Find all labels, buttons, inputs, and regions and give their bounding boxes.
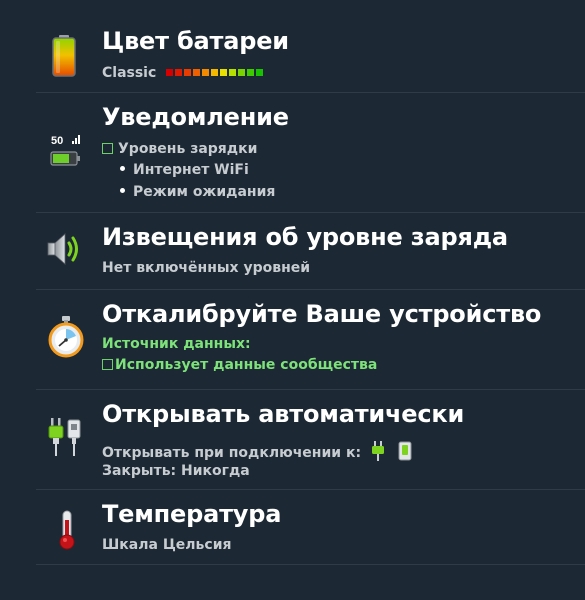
charge-level-option[interactable]: Уровень зарядки (102, 141, 257, 157)
setting-charge-alerts[interactable]: Извещения об уровне заряда Нет включённы… (36, 213, 585, 290)
color-swatch (256, 69, 264, 76)
color-swatch (247, 69, 255, 76)
color-swatch (229, 69, 237, 76)
battery-color-icon (50, 34, 90, 78)
community-data-option[interactable]: Использует данные сообщества (102, 357, 377, 373)
color-swatch (184, 69, 192, 76)
charge-level-label: Уровень зарядки (118, 141, 258, 157)
color-swatch (211, 69, 219, 76)
setting-title: Цвет батареи (102, 27, 289, 55)
bullet-text: Интернет WiFi (133, 162, 249, 178)
setting-title: Извещения об уровне заряда (102, 223, 508, 251)
setting-subtitle: Шкала Цельсия (102, 537, 232, 553)
bullet-icon (120, 166, 125, 171)
usb-plug-icon[interactable] (398, 441, 412, 461)
setting-battery-color[interactable]: Цвет батареи Classic (36, 20, 585, 93)
color-swatch (220, 69, 228, 76)
setting-calibrate[interactable]: Откалибруйте Ваше устройство Источник да… (36, 290, 585, 390)
settings-list: Цвет батареи Classic 50 Уведомление Уров… (0, 0, 585, 600)
list-item: Интернет WiFi (120, 162, 249, 178)
setting-temperature[interactable]: Температура Шкала Цельсия (36, 490, 585, 565)
ac-plug-icon[interactable] (371, 441, 385, 461)
battery-percent-label: 50 (51, 135, 63, 147)
charge-level-checkbox[interactable] (102, 143, 113, 154)
data-source-label: Источник данных: (102, 336, 251, 352)
speaker-icon (46, 229, 86, 273)
color-swatch (175, 69, 183, 76)
color-swatch (202, 69, 210, 76)
open-on-connect-row: Открывать при подключении к: (102, 441, 420, 465)
battery-style-label: Classic (102, 65, 157, 81)
bullet-icon (120, 188, 125, 193)
community-data-checkbox[interactable] (102, 359, 113, 370)
list-item: Режим ожидания (120, 184, 275, 200)
stopwatch-icon (48, 316, 88, 360)
setting-notification[interactable]: 50 Уведомление Уровень зарядки Интернет … (36, 93, 585, 213)
color-swatch (166, 69, 174, 76)
community-data-label: Использует данные сообщества (115, 357, 378, 373)
color-swatch (193, 69, 201, 76)
setting-title: Открывать автоматически (102, 400, 465, 428)
plug-icon (48, 416, 88, 460)
color-swatch (238, 69, 246, 76)
close-setting-label: Закрыть: Никогда (102, 463, 250, 479)
battery-color-bar (166, 64, 265, 80)
notification-battery-icon: 50 (50, 133, 90, 177)
open-on-connect-label: Открывать при подключении к: (102, 445, 362, 461)
setting-subtitle: Нет включённых уровней (102, 260, 311, 276)
setting-title: Откалибруйте Ваше устройство (102, 300, 542, 328)
setting-subtitle: Classic (102, 64, 265, 81)
setting-title: Уведомление (102, 103, 289, 131)
setting-auto-open[interactable]: Открывать автоматически Открывать при по… (36, 390, 585, 490)
thermometer-icon (56, 510, 96, 554)
setting-title: Температура (102, 500, 282, 528)
bullet-text: Режим ожидания (133, 184, 276, 200)
